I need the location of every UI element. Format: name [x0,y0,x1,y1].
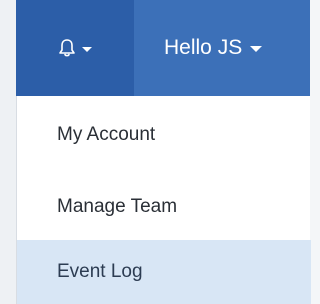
menu-item-label: Event Log [57,261,143,282]
menu-item-event-log[interactable]: Event Log [17,240,311,304]
user-dropdown-menu: My Account Manage Team Event Log [16,96,311,304]
page-gutter [0,0,16,304]
menu-item-label: Manage Team [57,196,178,217]
caret-down-icon [250,46,263,52]
user-menu-label: Hello JS [164,36,243,59]
notifications-button[interactable] [16,0,134,96]
user-menu-button[interactable]: Hello JS [134,0,310,96]
menu-item-my-account[interactable]: My Account [17,106,311,164]
menu-item-label: My Account [57,124,156,145]
chevron-down-icon [82,47,92,52]
bell-icon [58,38,76,58]
menu-item-manage-team[interactable]: Manage Team [17,178,311,236]
top-navbar: Hello JS [16,0,310,96]
